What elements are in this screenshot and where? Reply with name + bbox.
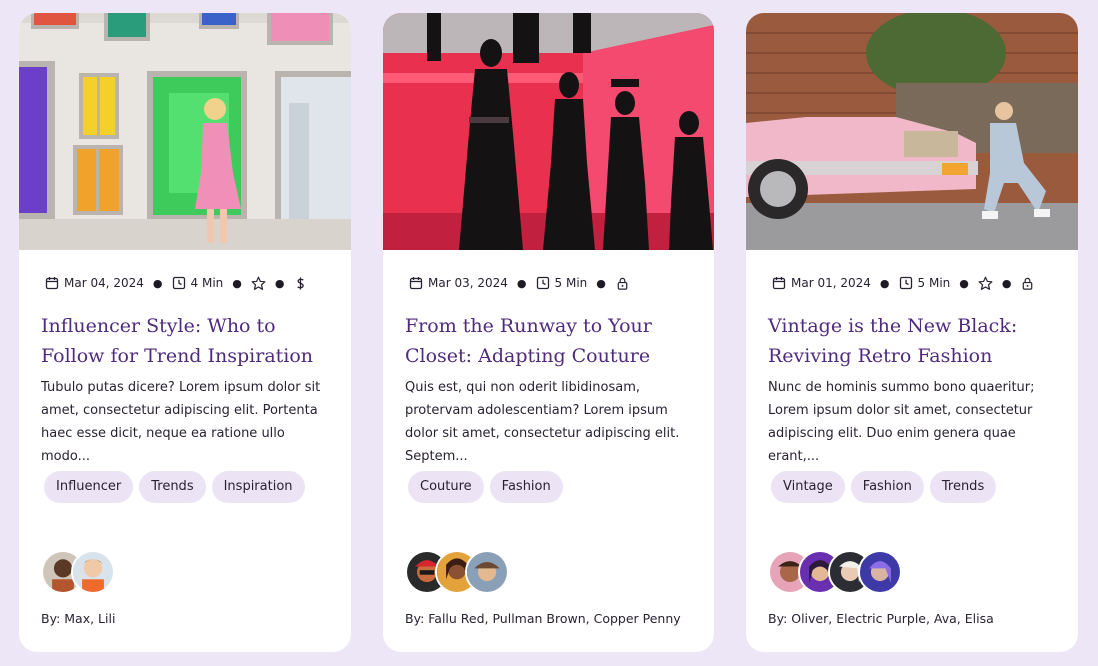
clock-icon xyxy=(172,276,186,290)
separator-dot: ● xyxy=(879,276,890,290)
avatar[interactable] xyxy=(858,550,902,594)
card-image[interactable] xyxy=(383,13,714,250)
tag-chip[interactable]: Trends xyxy=(139,471,206,503)
avatar[interactable] xyxy=(71,550,115,594)
read-time: 4 Min xyxy=(190,276,224,290)
post-date: Mar 03, 2024 xyxy=(428,276,508,290)
author-avatars xyxy=(41,550,115,594)
separator-dot: ● xyxy=(232,276,242,290)
tag-chip[interactable]: Vintage xyxy=(771,471,845,503)
tag-list: Couture Fashion xyxy=(408,471,563,503)
read-time: 5 Min xyxy=(917,276,951,290)
calendar-icon xyxy=(409,276,423,290)
card-image[interactable] xyxy=(19,13,351,250)
author-byline: By: Oliver, Electric Purple, Ava, Elisa xyxy=(768,611,994,626)
lock-icon xyxy=(615,276,630,291)
tag-chip[interactable]: Trends xyxy=(929,471,997,503)
article-title[interactable]: From the Runway to Your Closet: Adapting… xyxy=(405,311,699,371)
card-image[interactable] xyxy=(746,13,1078,250)
card-meta: Mar 01, 2024 ● 5 Min ● ● xyxy=(772,275,1035,291)
author-byline: By: Max, Lili xyxy=(41,611,116,626)
clock-icon xyxy=(899,276,913,290)
separator-dot: ● xyxy=(152,276,163,290)
author-byline: By: Fallu Red, Pullman Brown, Copper Pen… xyxy=(405,611,681,626)
separator-dot: ● xyxy=(1001,276,1012,290)
tag-chip[interactable]: Couture xyxy=(408,471,484,503)
post-date: Mar 04, 2024 xyxy=(64,276,144,290)
article-excerpt: Tubulo putas dicere? Lorem ipsum dolor s… xyxy=(41,380,321,464)
article-title[interactable]: Influencer Style: Who to Follow for Tren… xyxy=(41,311,335,371)
author-avatars xyxy=(768,550,902,594)
lock-icon xyxy=(1020,276,1035,291)
avatar[interactable] xyxy=(465,550,509,594)
post-date: Mar 01, 2024 xyxy=(791,276,871,290)
calendar-icon xyxy=(772,276,786,290)
tag-chip[interactable]: Inspiration xyxy=(211,471,305,503)
article-title[interactable]: Vintage is the New Black: Reviving Retro… xyxy=(768,311,1062,371)
author-avatars xyxy=(405,550,509,594)
separator-dot: ● xyxy=(959,276,969,290)
separator-dot: ● xyxy=(516,276,527,290)
calendar-icon xyxy=(45,276,59,290)
tag-chip[interactable]: Fashion xyxy=(489,471,563,503)
tag-list: Influencer Trends Inspiration xyxy=(44,471,305,503)
article-card-1[interactable]: Mar 04, 2024 ● 4 Min ● ● Influencer Styl… xyxy=(19,13,351,652)
tag-chip[interactable]: Fashion xyxy=(850,471,924,503)
card-meta: Mar 03, 2024 ● 5 Min ● xyxy=(409,275,630,291)
star-icon xyxy=(251,276,266,291)
article-card-3[interactable]: Mar 01, 2024 ● 5 Min ● ● Vintage is the … xyxy=(746,13,1078,652)
article-excerpt: Nunc de hominis summo bono quaeritur; Lo… xyxy=(768,380,1035,464)
tag-list: Vintage Fashion Trends xyxy=(771,471,997,503)
separator-dot: ● xyxy=(596,276,606,290)
article-excerpt: Quis est, qui non oderit libidinosam, pr… xyxy=(405,380,680,464)
card-meta: Mar 04, 2024 ● 4 Min ● ● xyxy=(45,275,308,291)
tag-chip[interactable]: Influencer xyxy=(44,471,134,503)
read-time: 5 Min xyxy=(554,276,588,290)
clock-icon xyxy=(536,276,550,290)
dollar-icon xyxy=(293,276,308,291)
star-icon xyxy=(978,276,993,291)
article-card-2[interactable]: Mar 03, 2024 ● 5 Min ● From the Runway t… xyxy=(383,13,714,652)
separator-dot: ● xyxy=(274,276,285,290)
